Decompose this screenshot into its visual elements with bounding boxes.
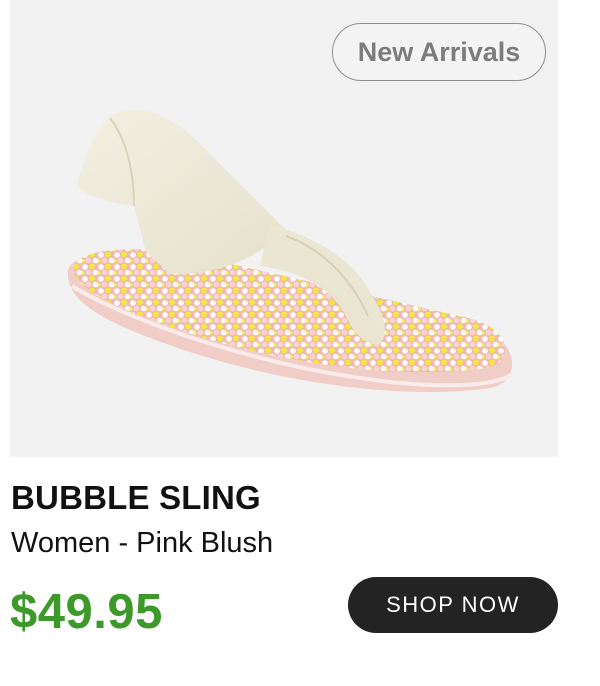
shop-now-button[interactable]: SHOP NOW bbox=[348, 577, 558, 633]
new-arrivals-badge: New Arrivals bbox=[332, 23, 546, 81]
product-image-area[interactable]: New Arrivals bbox=[10, 0, 558, 457]
product-price: $49.95 bbox=[10, 585, 163, 639]
sandal-image bbox=[67, 110, 514, 393]
product-title[interactable]: BUBBLE SLING bbox=[11, 479, 261, 517]
product-subtitle: Women - Pink Blush bbox=[11, 527, 274, 559]
